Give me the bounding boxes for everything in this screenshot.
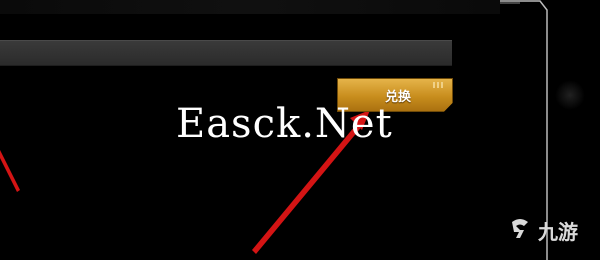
- brand-logo: 九游: [506, 210, 596, 250]
- logo-icon: [512, 219, 528, 238]
- game-dialog-screen: 兑换 Easck.Net 九游: [0, 0, 600, 260]
- red-arrow-icon: [0, 150, 20, 192]
- watermark: Easck.Net: [176, 101, 393, 147]
- logo-text: 九游: [538, 219, 578, 244]
- side-indicator: [555, 80, 585, 110]
- redeem-code-input[interactable]: [0, 40, 452, 66]
- top-bar: [0, 0, 500, 14]
